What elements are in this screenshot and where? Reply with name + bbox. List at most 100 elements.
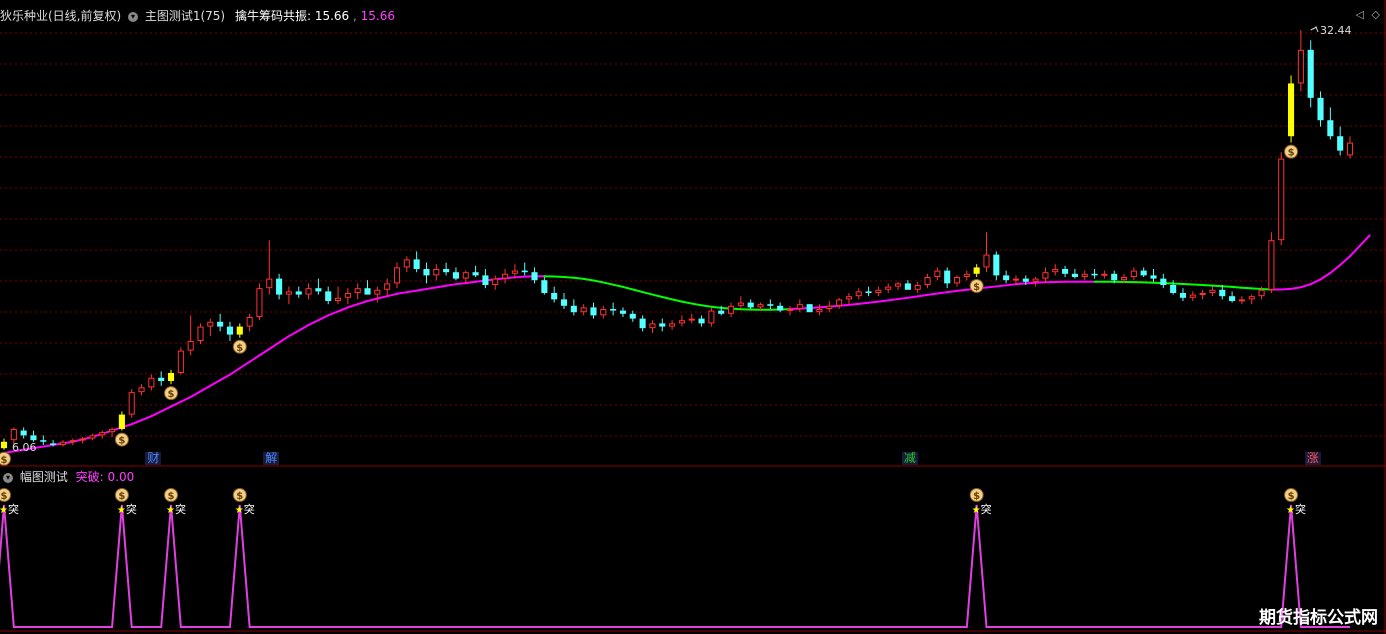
candle[interactable] <box>1248 294 1255 305</box>
candle[interactable] <box>423 262 430 284</box>
candle[interactable] <box>285 286 292 305</box>
candle[interactable] <box>226 321 234 341</box>
candle[interactable] <box>1307 40 1314 108</box>
candle[interactable] <box>521 262 528 276</box>
candle[interactable] <box>747 299 754 309</box>
candle[interactable] <box>953 275 961 287</box>
candle[interactable] <box>1081 270 1088 281</box>
candle[interactable] <box>610 302 617 316</box>
candle[interactable] <box>934 267 941 281</box>
candle[interactable] <box>266 240 273 295</box>
candle[interactable] <box>551 286 558 303</box>
candle[interactable] <box>354 283 361 300</box>
candle[interactable] <box>295 286 302 298</box>
candle[interactable] <box>492 275 499 290</box>
candle[interactable] <box>20 427 27 439</box>
candle[interactable] <box>1268 232 1275 293</box>
candle[interactable] <box>148 374 155 391</box>
candle[interactable] <box>1209 286 1216 297</box>
candle[interactable] <box>1150 268 1157 282</box>
candle[interactable] <box>0 438 8 450</box>
candle[interactable] <box>786 305 794 316</box>
indicator-settings-icon[interactable]: ▾ <box>128 11 139 22</box>
candle[interactable] <box>1140 267 1147 277</box>
candle[interactable] <box>403 256 410 273</box>
scroll-left-icon[interactable]: ◁ <box>1356 8 1364 21</box>
candle[interactable] <box>344 288 351 305</box>
candle[interactable] <box>1278 152 1285 245</box>
candle[interactable] <box>158 371 165 386</box>
candle[interactable] <box>462 270 469 284</box>
candle[interactable] <box>187 315 194 356</box>
event-label[interactable]: 减 <box>901 452 918 465</box>
candlestick-series[interactable] <box>0 30 1354 450</box>
candle[interactable] <box>619 307 627 317</box>
candle[interactable] <box>1317 91 1324 127</box>
candle[interactable] <box>1003 270 1010 284</box>
candle[interactable] <box>875 286 882 297</box>
candle[interactable] <box>138 384 145 396</box>
candle[interactable] <box>963 270 970 281</box>
candle[interactable] <box>1346 136 1354 159</box>
candle[interactable] <box>688 313 695 324</box>
candle[interactable] <box>443 262 450 276</box>
candle[interactable] <box>541 276 548 295</box>
candle[interactable] <box>973 264 980 277</box>
candle[interactable] <box>570 299 577 316</box>
candle[interactable] <box>452 267 459 281</box>
candle[interactable] <box>128 388 135 418</box>
candle[interactable] <box>560 292 568 309</box>
candle[interactable] <box>993 251 1000 281</box>
candle[interactable] <box>600 305 607 319</box>
candle[interactable] <box>40 435 47 445</box>
candle[interactable] <box>767 299 774 309</box>
candle[interactable] <box>305 283 312 300</box>
candle[interactable] <box>895 281 902 290</box>
candle[interactable] <box>393 262 401 289</box>
candle[interactable] <box>1179 288 1187 301</box>
candle[interactable] <box>904 280 911 290</box>
candle[interactable] <box>885 283 892 293</box>
candle[interactable] <box>69 438 76 445</box>
candle[interactable] <box>364 280 371 295</box>
candle[interactable] <box>669 320 676 330</box>
candle[interactable] <box>1337 126 1344 156</box>
candle[interactable] <box>580 304 587 316</box>
candle[interactable] <box>256 283 263 321</box>
candle[interactable] <box>1130 267 1137 281</box>
candle[interactable] <box>678 315 685 327</box>
candle[interactable] <box>698 315 705 327</box>
candle[interactable] <box>177 347 184 375</box>
chart-canvas[interactable]: $$$$$$ $★ 突$★ 突$★ 突$★ 突$★ 突$★ 突 <box>0 0 1386 634</box>
candle[interactable] <box>1170 280 1177 295</box>
candle[interactable] <box>944 267 951 289</box>
candle[interactable] <box>1042 267 1049 284</box>
candle[interactable] <box>433 264 440 281</box>
candle[interactable] <box>737 296 744 309</box>
candle[interactable] <box>1189 291 1196 301</box>
candle[interactable] <box>207 318 214 337</box>
candle[interactable] <box>413 251 420 273</box>
candle[interactable] <box>236 323 243 338</box>
candle[interactable] <box>924 273 931 289</box>
stock-title[interactable]: 狄乐种业(日线,前复权) <box>0 9 121 23</box>
candle[interactable] <box>914 281 921 293</box>
candle[interactable] <box>816 304 823 316</box>
candle[interactable] <box>1091 268 1098 279</box>
candle[interactable] <box>217 313 224 332</box>
candle[interactable] <box>374 286 381 303</box>
candle[interactable] <box>806 304 813 313</box>
candle[interactable] <box>1288 75 1295 143</box>
candle[interactable] <box>796 299 803 313</box>
candle[interactable] <box>865 286 872 297</box>
candle[interactable] <box>708 307 715 327</box>
candle[interactable] <box>59 440 66 447</box>
candle[interactable] <box>1229 291 1236 303</box>
candle[interactable] <box>649 320 656 333</box>
scroll-right-icon[interactable]: ◇ <box>1372 8 1380 21</box>
candle[interactable] <box>276 273 283 300</box>
candle[interactable] <box>1160 273 1167 289</box>
candle[interactable] <box>845 292 852 305</box>
candle[interactable] <box>89 433 96 441</box>
candle[interactable] <box>1071 268 1078 279</box>
